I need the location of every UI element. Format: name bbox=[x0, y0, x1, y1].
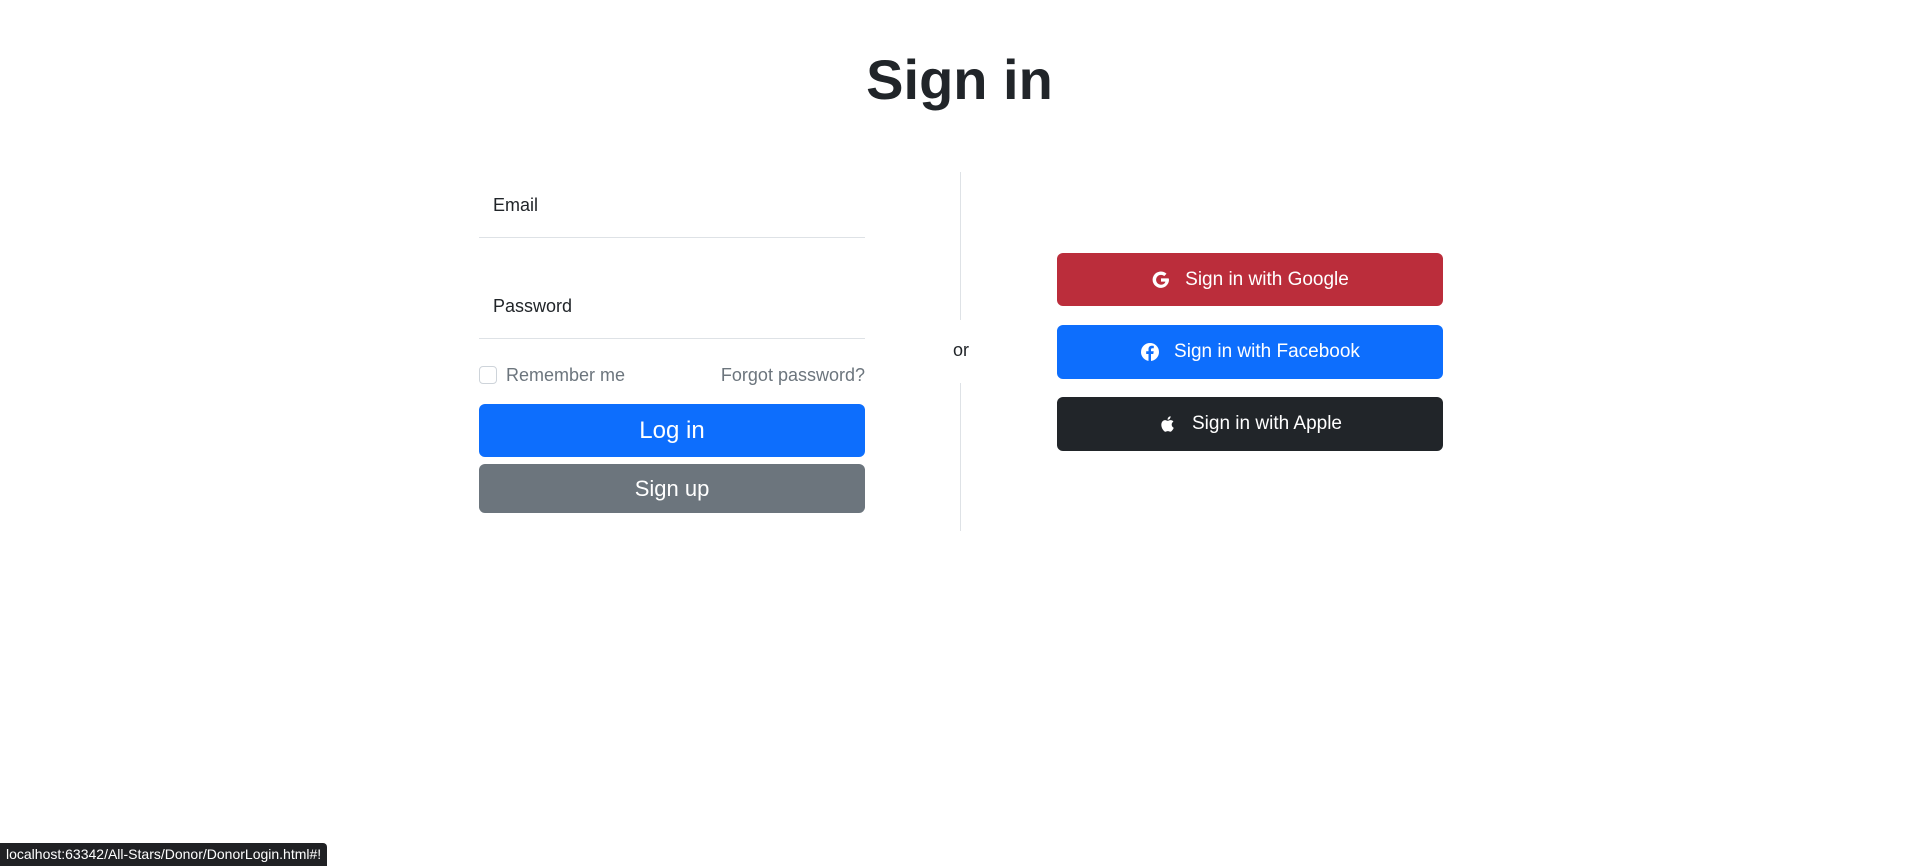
google-signin-button[interactable]: Sign in with Google bbox=[1057, 253, 1443, 306]
signup-button[interactable]: Sign up bbox=[479, 464, 865, 513]
forgot-password-link[interactable]: Forgot password? bbox=[721, 365, 865, 386]
email-input[interactable] bbox=[479, 172, 865, 237]
password-input[interactable] bbox=[479, 273, 865, 338]
email-field[interactable]: Email bbox=[479, 172, 865, 238]
apple-icon bbox=[1158, 414, 1178, 434]
page-title: Sign in bbox=[866, 48, 1053, 111]
sign-in-page: Sign in Email Password Remember me Forgo… bbox=[0, 0, 1919, 866]
remember-me-checkbox[interactable] bbox=[479, 366, 497, 384]
facebook-icon bbox=[1140, 342, 1160, 362]
remember-me-label: Remember me bbox=[506, 364, 626, 385]
divider-line-top bbox=[960, 172, 961, 320]
remember-me[interactable]: Remember me bbox=[479, 365, 625, 386]
apple-signin-button[interactable]: Sign in with Apple bbox=[1057, 397, 1443, 451]
facebook-signin-label: Sign in with Facebook bbox=[1174, 341, 1360, 362]
google-icon bbox=[1151, 270, 1171, 290]
login-form: Email Password Remember me Forgot passwo… bbox=[479, 172, 865, 513]
apple-signin-label: Sign in with Apple bbox=[1192, 413, 1342, 434]
password-field[interactable]: Password bbox=[479, 273, 865, 339]
divider-line-bottom bbox=[960, 383, 961, 531]
social-login: Sign in with Google Sign in with Faceboo… bbox=[1057, 253, 1443, 470]
login-button[interactable]: Log in bbox=[479, 404, 865, 457]
form-options-row: Remember me Forgot password? bbox=[479, 363, 865, 387]
status-bar-url: localhost:63342/All-Stars/Donor/DonorLog… bbox=[0, 843, 328, 866]
facebook-signin-button[interactable]: Sign in with Facebook bbox=[1057, 325, 1443, 379]
google-signin-label: Sign in with Google bbox=[1185, 268, 1349, 290]
divider-label: or bbox=[952, 340, 969, 360]
